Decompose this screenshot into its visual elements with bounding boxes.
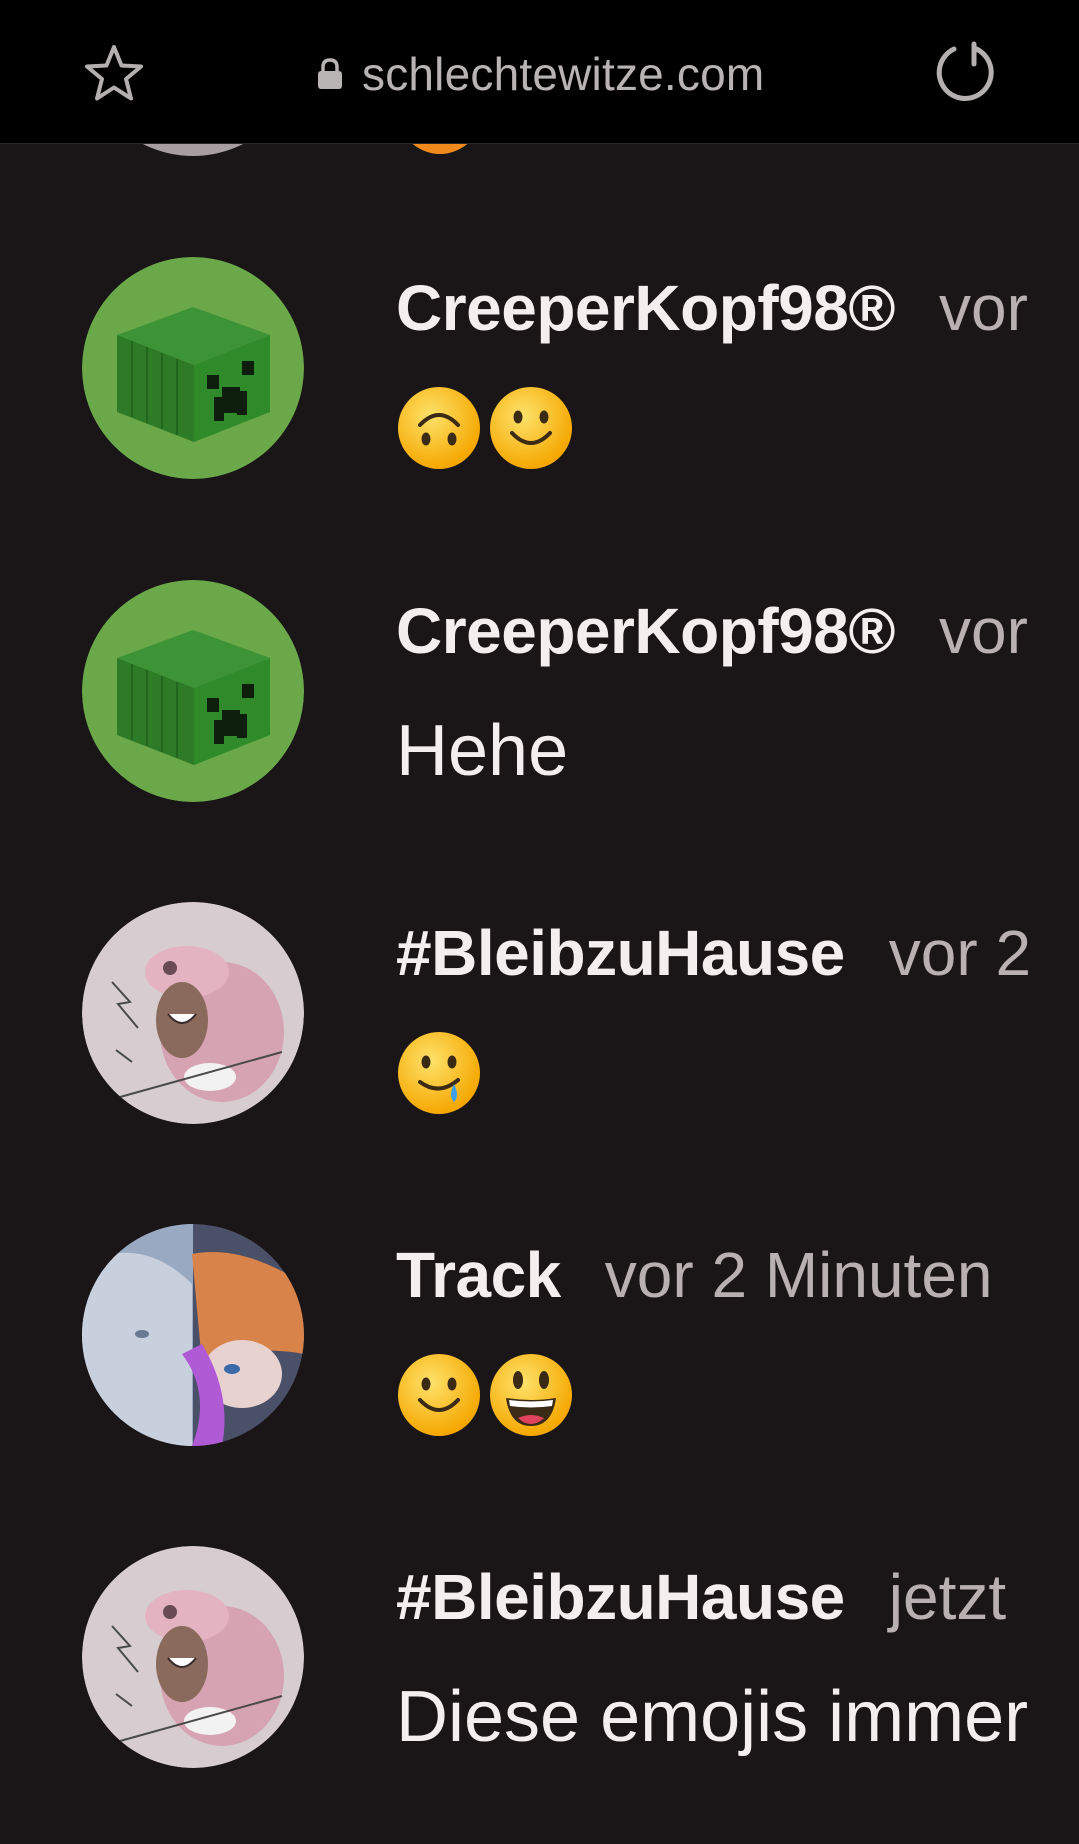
message-item[interactable]: Track vor 2 Minuten [0, 1224, 1079, 1546]
message-item[interactable]: CreeperKopf98® vor [0, 257, 1079, 579]
message-text: Diese emojis immer [396, 1677, 1029, 1757]
username[interactable]: CreeperKopf98® [396, 271, 895, 345]
bookmark-star-icon[interactable] [82, 42, 146, 106]
lock-icon [318, 58, 342, 89]
message-header: CreeperKopf98® vor [396, 271, 1028, 345]
timestamp: vor [938, 272, 1028, 344]
username[interactable]: #BleibzuHause [396, 916, 845, 990]
slightly-smiling-face-emoji [398, 1354, 480, 1436]
grinning-face-with-big-eyes-emoji [490, 1354, 572, 1436]
chat-page: CreeperKopf98® vor CreeperKopf98® vor He… [0, 0, 1079, 1844]
message-header: #BleibzuHause vor 2 [396, 916, 1031, 990]
browser-address-bar: schlechtewitze.com [0, 0, 1079, 144]
message-header: CreeperKopf98® vor [396, 594, 1028, 668]
timestamp: vor [938, 595, 1028, 667]
username[interactable]: #BleibzuHause [396, 1560, 845, 1634]
message-emojis [396, 385, 574, 471]
reload-icon[interactable] [934, 40, 998, 104]
message-item[interactable]: #BleibzuHause vor 2 [0, 902, 1079, 1224]
creeper-avatar[interactable] [82, 257, 304, 479]
upside-down-face-emoji [398, 387, 480, 469]
message-item[interactable]: #BleibzuHause jetzt Diese emojis immer [0, 1546, 1079, 1844]
username[interactable]: CreeperKopf98® [396, 594, 895, 668]
message-text: Hehe [396, 711, 569, 791]
url-field[interactable]: schlechtewitze.com [316, 44, 764, 104]
timestamp: jetzt [888, 1561, 1007, 1633]
smiling-face-with-tear-emoji [398, 1032, 480, 1114]
anime-avatar[interactable] [82, 1224, 304, 1446]
url-text: schlechtewitze.com [362, 48, 765, 100]
message-emojis [396, 1030, 482, 1116]
message-item[interactable]: CreeperKopf98® vor Hehe [0, 580, 1079, 902]
pink-creature-avatar[interactable] [82, 1546, 304, 1768]
message-header: #BleibzuHause jetzt [396, 1560, 1006, 1634]
timestamp: vor 2 Minuten [604, 1239, 993, 1311]
username[interactable]: Track [396, 1238, 561, 1312]
slightly-smiling-face-emoji [490, 387, 572, 469]
message-feed[interactable]: CreeperKopf98® vor CreeperKopf98® vor He… [0, 0, 1079, 1844]
pink-creature-avatar[interactable] [82, 902, 304, 1124]
timestamp: vor 2 [888, 917, 1032, 989]
creeper-avatar[interactable] [82, 580, 304, 802]
message-header: Track vor 2 Minuten [396, 1238, 993, 1312]
message-emojis [396, 1352, 574, 1438]
